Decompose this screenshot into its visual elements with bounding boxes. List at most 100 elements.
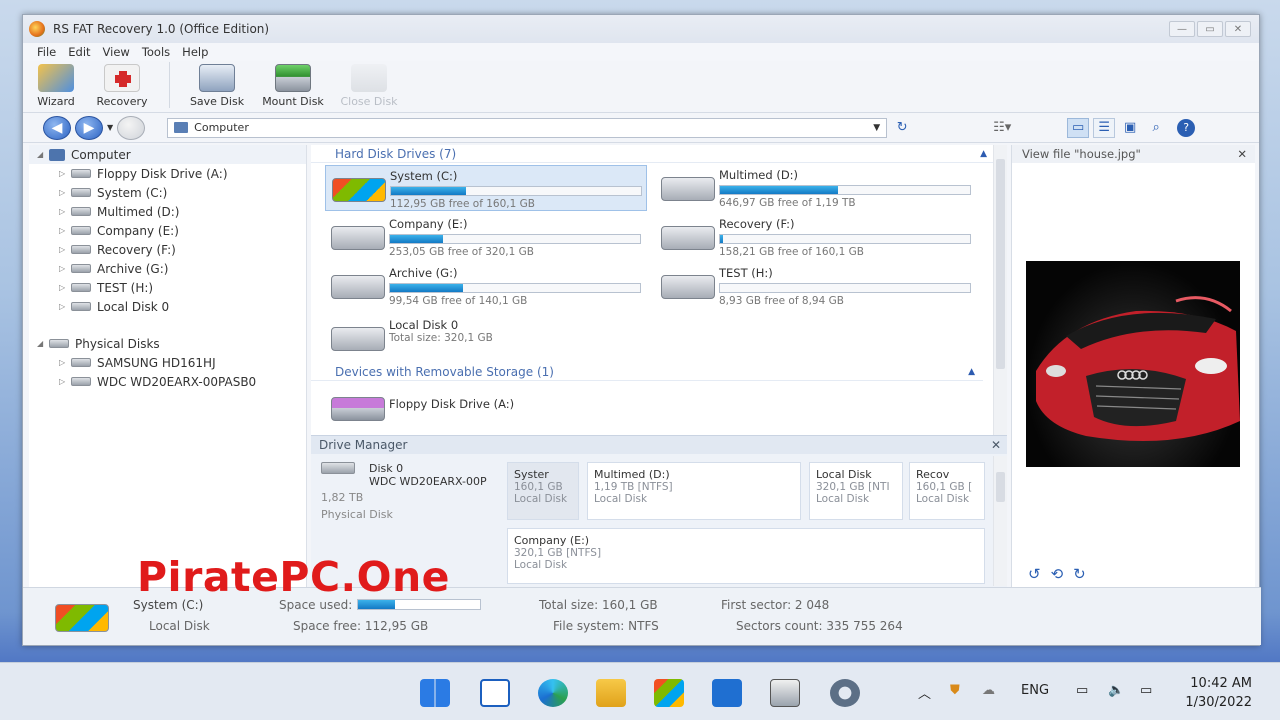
taskbar: ︿ ⛊ ☁ ENG ▭ 🔈 ▭ 10:42 AM 1/30/2022 — [0, 662, 1280, 720]
recovery-button[interactable]: Recovery — [87, 64, 157, 108]
drive-item[interactable]: Company (E:) 253,05 GB free of 320,1 GB — [325, 214, 647, 260]
mail-icon[interactable] — [712, 679, 742, 707]
mount-disk-icon — [275, 64, 311, 92]
clock[interactable]: 10:42 AM 1/30/2022 — [1185, 674, 1252, 712]
partition-block[interactable]: Multimed (D:) 1,19 TB [NTFS] Local Disk — [587, 462, 801, 520]
large-icons-view-icon[interactable]: ▭ — [1067, 117, 1090, 138]
maximize-button[interactable]: ▭ — [1197, 21, 1223, 37]
partition-block[interactable]: Company (E:) 320,1 GB [NTFS] Local Disk — [507, 528, 985, 584]
minimize-button[interactable]: — — [1169, 21, 1195, 37]
expand-arrow-icon[interactable]: ◢ — [37, 150, 49, 159]
widgets-icon[interactable] — [480, 679, 510, 707]
forward-button[interactable]: ▶ — [75, 115, 103, 140]
drive-icon — [71, 245, 91, 254]
cloud-icon[interactable]: ☁ — [982, 683, 995, 698]
flip-icon[interactable]: ⟲ — [1051, 565, 1064, 583]
rotate-left-icon[interactable]: ↺ — [1028, 565, 1041, 583]
back-button[interactable]: ◀ — [43, 115, 71, 140]
close-icon[interactable]: ✕ — [991, 438, 1001, 452]
help-icon[interactable]: ? — [1177, 118, 1196, 137]
save-disk-icon — [199, 64, 235, 92]
edge-browser-icon[interactable] — [538, 679, 568, 707]
rotate-right-icon[interactable]: ↻ — [1073, 565, 1086, 583]
partition-block[interactable]: Local Disk 320,1 GB [NTI Local Disk — [809, 462, 903, 520]
network-icon[interactable]: ▭ — [1076, 683, 1088, 698]
drive-icon — [71, 188, 91, 197]
file-explorer-icon[interactable] — [596, 679, 626, 707]
tree-item-drive[interactable]: ▷ Company (E:) — [29, 221, 306, 240]
drive-free: 158,21 GB free of 160,1 GB — [719, 246, 864, 258]
details-view-icon[interactable]: ☰ — [1093, 117, 1116, 138]
usage-bar — [719, 185, 971, 195]
tree-item-physical[interactable]: ▷ WDC WD20EARX-00PASB0 — [29, 372, 306, 391]
drive-manager-scrollbar[interactable] — [993, 456, 1007, 586]
drive-item[interactable]: Archive (G:) 99,54 GB free of 140,1 GB — [325, 263, 647, 309]
settings-gear-icon[interactable] — [830, 679, 860, 707]
save-icon[interactable]: ▣ — [1119, 118, 1141, 138]
app-logo-icon — [29, 21, 45, 37]
language-indicator[interactable]: ENG — [1021, 683, 1049, 698]
drive-item[interactable]: System (C:) 112,95 GB free of 160,1 GB — [325, 165, 647, 211]
menu-edit[interactable]: Edit — [68, 45, 90, 59]
section-header-removable[interactable]: Devices with Removable Storage (1) ▲ — [311, 363, 983, 381]
disk-info[interactable]: Disk 0 WDC WD20EARX-00P 1,82 TB Physical … — [321, 462, 501, 521]
collapse-icon[interactable]: ▲ — [968, 367, 975, 377]
tree-item-physical[interactable]: ▷ SAMSUNG HD161HJ — [29, 353, 306, 372]
drive-free: 646,97 GB free of 1,19 TB — [719, 197, 856, 209]
address-field[interactable]: Computer ▼ — [167, 117, 888, 138]
menu-help[interactable]: Help — [182, 45, 208, 59]
menu-view[interactable]: View — [103, 45, 130, 59]
drive-icon — [71, 302, 91, 311]
search-icon[interactable]: ⌕ — [1145, 118, 1167, 138]
tree-item-drive[interactable]: ▷ TEST (H:) — [29, 278, 306, 297]
store-icon[interactable] — [654, 679, 684, 707]
partition-block[interactable]: Syster 160,1 GB Local Disk — [507, 462, 579, 520]
chevron-up-icon[interactable]: ︿ — [918, 683, 931, 702]
drive-item[interactable]: Recovery (F:) 158,21 GB free of 160,1 GB — [655, 214, 977, 260]
chevron-down-icon[interactable]: ▼ — [873, 123, 880, 133]
tree-item-drive[interactable]: ▷ System (C:) — [29, 183, 306, 202]
close-icon[interactable]: ✕ — [1237, 147, 1247, 161]
usage-fill — [391, 187, 466, 195]
menu-tools[interactable]: Tools — [142, 45, 170, 59]
wizard-button[interactable]: Wizard — [31, 64, 81, 108]
collapse-icon[interactable]: ▲ — [980, 149, 987, 159]
drive-icon — [71, 358, 91, 367]
close-button[interactable]: ✕ — [1225, 21, 1251, 37]
drive-item[interactable]: TEST (H:) 8,93 GB free of 8,94 GB — [655, 263, 977, 309]
windows-start-icon[interactable] — [420, 679, 450, 707]
save-disk-button[interactable]: Save Disk — [182, 64, 252, 108]
drives-scrollbar[interactable] — [993, 145, 1007, 435]
preview-title: View file "house.jpg" — [1022, 147, 1141, 161]
tree-item-drive[interactable]: ▷ Floppy Disk Drive (A:) — [29, 164, 306, 183]
section-header-hdd[interactable]: Hard Disk Drives (7) ▲ — [311, 145, 995, 163]
history-dropdown-icon[interactable]: ▼ — [107, 123, 113, 132]
battery-icon[interactable]: ▭ — [1140, 683, 1152, 698]
recovery-app-icon[interactable] — [770, 679, 800, 707]
close-disk-button[interactable]: Close Disk — [334, 64, 404, 108]
computer-icon — [49, 148, 65, 161]
tree-item-drive[interactable]: ▷ Local Disk 0 — [29, 297, 306, 316]
tree-item-drive[interactable]: ▷ Multimed (D:) — [29, 202, 306, 221]
section-title: Hard Disk Drives (7) — [335, 146, 457, 161]
menu-file[interactable]: File — [37, 45, 56, 59]
drive-item-local-disk[interactable]: Local Disk 0 Total size: 320,1 GB — [325, 315, 647, 355]
drive-icon — [49, 339, 69, 348]
scroll-thumb[interactable] — [996, 159, 1005, 369]
tree-item-drive[interactable]: ▷ Recovery (F:) — [29, 240, 306, 259]
drive-item-floppy[interactable]: Floppy Disk Drive (A:) — [325, 385, 647, 425]
security-shield-icon[interactable]: ⛊ — [950, 683, 960, 698]
partition-block[interactable]: Recov 160,1 GB [ Local Disk — [909, 462, 985, 520]
tree-item-computer[interactable]: ◢ Computer — [29, 145, 306, 164]
drive-item[interactable]: Multimed (D:) 646,97 GB free of 1,19 TB — [655, 165, 977, 211]
refresh-icon[interactable]: ↻ — [891, 118, 913, 138]
usage-fill — [720, 235, 723, 243]
tree-item-physical-disks[interactable]: ◢ Physical Disks — [29, 334, 306, 353]
mount-disk-button[interactable]: Mount Disk — [258, 64, 328, 108]
view-options-icon[interactable]: ☷▾ — [991, 118, 1013, 138]
up-button[interactable] — [117, 115, 146, 140]
volume-icon[interactable]: 🔈 — [1108, 683, 1124, 698]
tree-label: TEST (H:) — [97, 280, 154, 295]
tree-item-drive[interactable]: ▷ Archive (G:) — [29, 259, 306, 278]
scroll-thumb[interactable] — [996, 472, 1005, 502]
